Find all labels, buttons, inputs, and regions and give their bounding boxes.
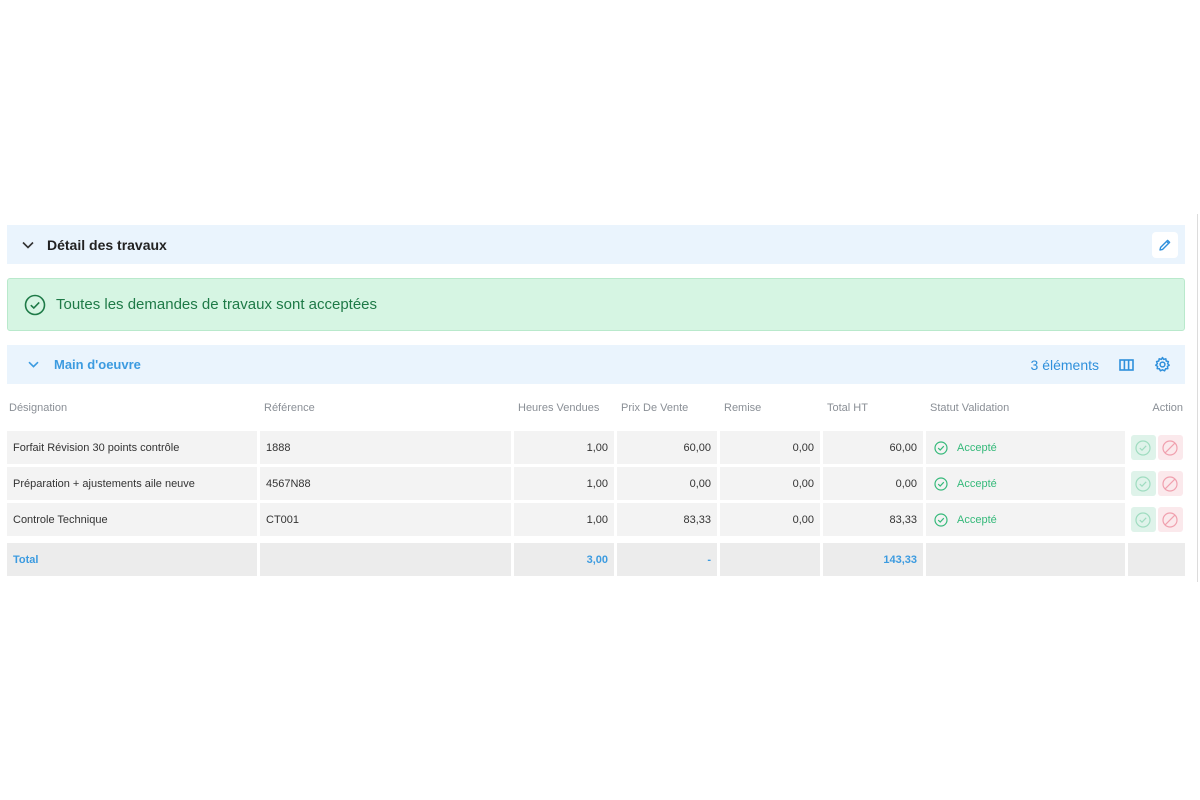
table-header: Désignation Référence Heures Vendues Pri… [7, 395, 1185, 421]
cell-statut: Accepté [926, 503, 1125, 536]
column-header: Action [1152, 402, 1183, 414]
column-header: Total HT [827, 402, 868, 414]
cell-reference: 1888 [260, 431, 511, 464]
status-label: Accepté [957, 477, 997, 490]
chevron-down-icon[interactable] [21, 238, 35, 252]
check-circle-icon [934, 476, 948, 491]
element-count: 3 éléments [1030, 356, 1099, 373]
cell-remise: 0,00 [720, 503, 820, 536]
cell-heures: 1,00 [514, 467, 614, 500]
column-header: Heures Vendues [518, 402, 600, 414]
accept-button[interactable] [1130, 471, 1156, 496]
check-circle-icon [1135, 511, 1151, 528]
column-header: Remise [724, 402, 762, 414]
check-circle-icon [24, 294, 46, 316]
cell-action [1128, 431, 1185, 464]
accept-button[interactable] [1130, 435, 1156, 460]
table-row: Controle Technique CT001 1,00 83,33 0,00… [7, 503, 1185, 536]
column-header: Référence [264, 402, 315, 414]
cell-prix: 60,00 [617, 431, 717, 464]
cell-designation: Controle Technique [7, 503, 257, 536]
cell-designation: Préparation + ajustements aile neuve [7, 467, 257, 500]
total-action-empty [1128, 543, 1185, 576]
ban-icon [1162, 475, 1178, 492]
cell-prix: 0,00 [617, 467, 717, 500]
check-circle-icon [934, 440, 948, 455]
cell-reference: 4567N88 [260, 467, 511, 500]
labour-table: Désignation Référence Heures Vendues Pri… [7, 395, 1185, 576]
reject-button[interactable] [1157, 435, 1183, 460]
column-header: Prix De Vente [621, 402, 689, 414]
cell-designation: Forfait Révision 30 points contrôle [7, 431, 257, 464]
cell-statut: Accepté [926, 431, 1125, 464]
check-circle-icon [934, 512, 948, 527]
section-title: Détail des travaux [47, 236, 167, 253]
columns-icon[interactable] [1119, 358, 1134, 371]
ban-icon [1162, 511, 1178, 528]
total-prix: - [617, 543, 717, 576]
reject-button[interactable] [1157, 507, 1183, 532]
success-alert: Toutes les demandes de travaux sont acce… [7, 278, 1185, 331]
section-header-detail-travaux[interactable]: Détail des travaux [7, 225, 1185, 264]
page-divider [1197, 214, 1198, 582]
total-label: Total [7, 543, 257, 576]
cell-heures: 1,00 [514, 503, 614, 536]
subsection-title: Main d'oeuvre [54, 357, 141, 372]
edit-button[interactable] [1152, 232, 1178, 258]
check-circle-icon [1135, 439, 1151, 456]
cell-total: 83,33 [823, 503, 923, 536]
table-row: Préparation + ajustements aile neuve 456… [7, 467, 1185, 500]
cell-remise: 0,00 [720, 431, 820, 464]
ban-icon [1162, 439, 1178, 456]
subsection-header-main-oeuvre[interactable]: Main d'oeuvre 3 éléments [7, 345, 1185, 384]
reject-button[interactable] [1157, 471, 1183, 496]
accept-button[interactable] [1130, 507, 1156, 532]
cell-statut: Accepté [926, 467, 1125, 500]
table-row: Forfait Révision 30 points contrôle 1888… [7, 431, 1185, 464]
cell-total: 60,00 [823, 431, 923, 464]
total-statut-empty [926, 543, 1125, 576]
cell-heures: 1,00 [514, 431, 614, 464]
status-label: Accepté [957, 513, 997, 526]
cell-action [1128, 503, 1185, 536]
column-header: Statut Validation [930, 402, 1010, 414]
total-remise-empty [720, 543, 820, 576]
cell-reference: CT001 [260, 503, 511, 536]
chevron-down-icon[interactable] [27, 359, 39, 371]
gear-icon[interactable] [1154, 356, 1171, 373]
cell-remise: 0,00 [720, 467, 820, 500]
cell-total: 0,00 [823, 467, 923, 500]
table-total-row: Total 3,00 - 143,33 [7, 543, 1185, 576]
total-ht: 143,33 [823, 543, 923, 576]
pencil-icon [1159, 239, 1171, 251]
status-label: Accepté [957, 441, 997, 454]
cell-prix: 83,33 [617, 503, 717, 536]
cell-action [1128, 467, 1185, 500]
check-circle-icon [1135, 475, 1151, 492]
alert-message: Toutes les demandes de travaux sont acce… [56, 296, 378, 313]
total-reference-empty [260, 543, 511, 576]
column-header: Désignation [9, 402, 68, 414]
total-heures: 3,00 [514, 543, 614, 576]
